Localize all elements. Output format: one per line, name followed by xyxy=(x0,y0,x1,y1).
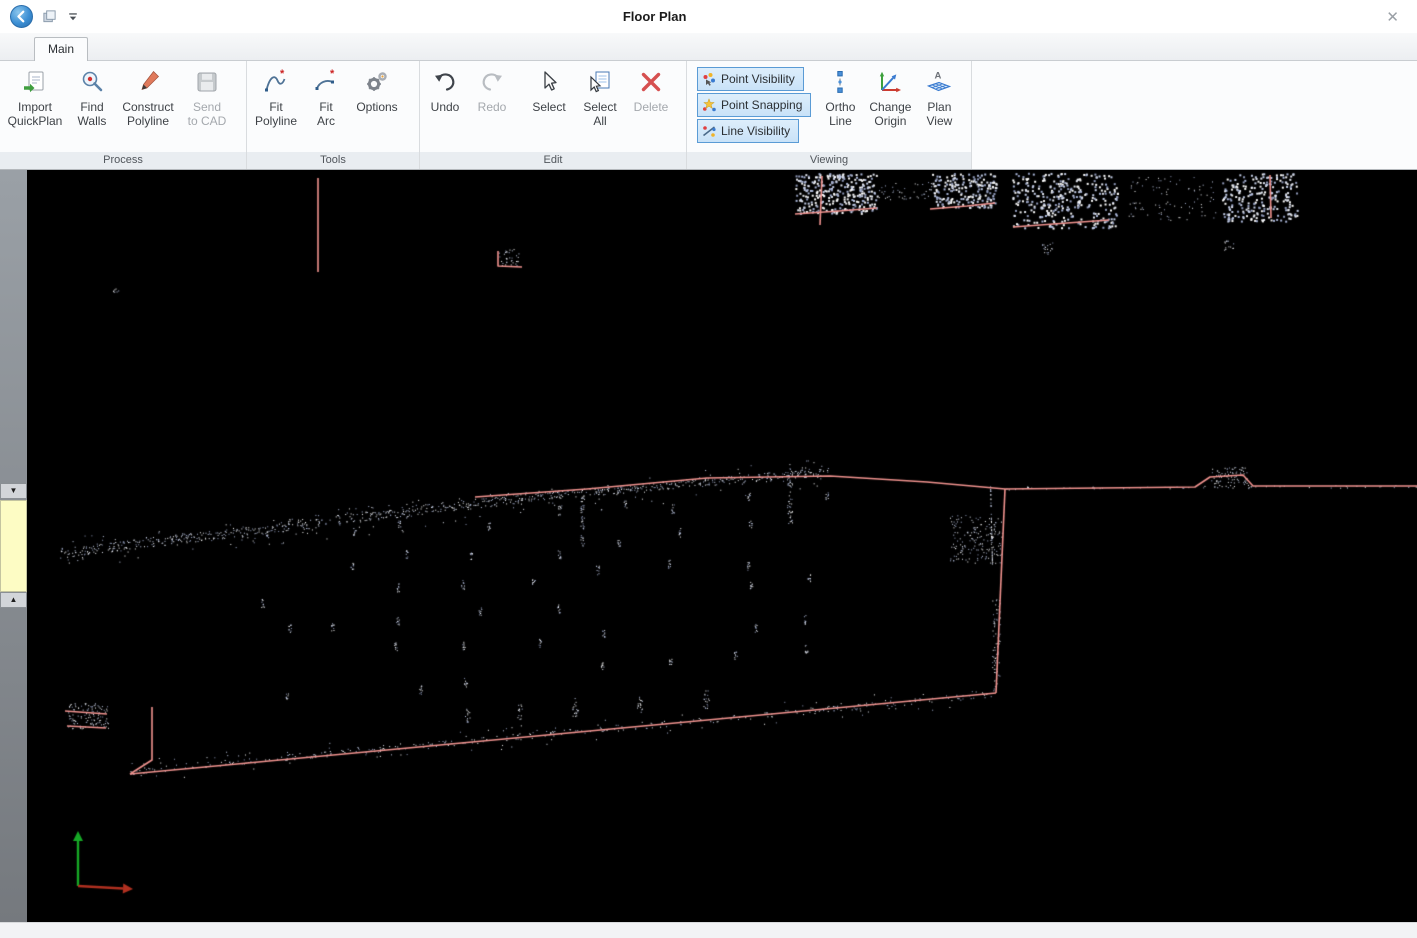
redo-button[interactable]: Redo xyxy=(468,63,516,151)
button-label: Change xyxy=(869,101,911,115)
button-label: Select xyxy=(583,101,616,115)
line-visibility-icon xyxy=(702,124,716,138)
chevron-down-icon xyxy=(68,12,78,22)
button-label: Import xyxy=(18,101,52,115)
button-label: QuickPlan xyxy=(8,115,63,129)
viewport-container xyxy=(27,170,1417,922)
find-walls-icon xyxy=(79,66,105,98)
line-visibility-toggle[interactable]: Line Visibility xyxy=(697,119,799,143)
send-to-cad-button[interactable]: Send to CAD xyxy=(180,63,234,151)
ribbon-group-viewing: Point Visibility Point Snapping Line Vis… xyxy=(687,61,972,169)
svg-text:*: * xyxy=(330,69,335,80)
button-label: to CAD xyxy=(188,115,227,129)
plan-view-icon: A xyxy=(926,66,952,98)
sidebar-scroll-down-button[interactable]: ▼ xyxy=(0,483,27,499)
button-label: Construct xyxy=(122,101,173,115)
button-label: Line xyxy=(829,115,852,129)
button-label: View xyxy=(927,115,953,129)
ortho-line-button[interactable]: Ortho Line xyxy=(817,63,863,151)
button-label: Polyline xyxy=(127,115,169,129)
fit-polyline-icon: * xyxy=(263,66,289,98)
ribbon-group-process: Import QuickPlan Find Walls Construct Po… xyxy=(0,61,247,169)
back-button[interactable] xyxy=(10,5,33,28)
button-label: Polyline xyxy=(255,115,297,129)
select-all-icon xyxy=(587,66,613,98)
fit-arc-button[interactable]: * Fit Arc xyxy=(303,63,349,151)
find-walls-button[interactable]: Find Walls xyxy=(68,63,116,151)
button-label: Find xyxy=(80,101,103,115)
group-label-viewing: Viewing xyxy=(687,152,971,169)
change-origin-button[interactable]: Change Origin xyxy=(863,63,917,151)
button-label: Fit xyxy=(269,101,282,115)
import-quickplan-button[interactable]: Import QuickPlan xyxy=(2,63,68,151)
ribbon-empty-area xyxy=(972,61,1417,169)
toggle-label: Point Snapping xyxy=(721,98,802,112)
quick-access-copy-button[interactable] xyxy=(40,7,59,26)
status-bar xyxy=(0,922,1417,938)
ribbon-group-tools: * Fit Polyline * Fit Arc Options Tools xyxy=(247,61,420,169)
ribbon-group-edit: Undo Redo Select Sel xyxy=(420,61,687,169)
delete-button[interactable]: Delete xyxy=(626,63,676,151)
options-button[interactable]: Options xyxy=(349,63,405,151)
svg-text:A: A xyxy=(935,71,942,82)
close-button[interactable]: ✕ xyxy=(1380,6,1405,28)
point-snapping-toggle[interactable]: Point Snapping xyxy=(697,93,811,117)
fit-polyline-button[interactable]: * Fit Polyline xyxy=(249,63,303,151)
group-label-edit: Edit xyxy=(420,152,686,169)
button-label: Options xyxy=(356,101,397,115)
redo-icon xyxy=(479,66,505,98)
group-label-process: Process xyxy=(0,152,246,169)
ortho-line-icon xyxy=(827,66,853,98)
group-label-tools: Tools xyxy=(247,152,419,169)
button-label: Origin xyxy=(874,115,906,129)
point-visibility-icon xyxy=(702,72,716,86)
back-arrow-icon xyxy=(11,6,32,27)
point-snapping-icon xyxy=(702,98,716,112)
button-label: Select xyxy=(532,101,565,115)
construct-polyline-icon xyxy=(135,66,161,98)
button-label: Redo xyxy=(478,101,507,115)
svg-text:*: * xyxy=(280,69,285,80)
point-cloud-viewport[interactable] xyxy=(27,170,1417,922)
sidebar-scroll-up-button[interactable]: ▲ xyxy=(0,592,27,608)
window-title: Floor Plan xyxy=(623,9,687,24)
undo-button[interactable]: Undo xyxy=(422,63,468,151)
select-button[interactable]: Select xyxy=(524,63,574,151)
toggle-label: Point Visibility xyxy=(721,72,795,86)
button-label: Fit xyxy=(319,101,332,115)
plan-view-button[interactable]: A Plan View xyxy=(917,63,961,151)
toggle-label: Line Visibility xyxy=(721,124,790,138)
button-label: Walls xyxy=(78,115,107,129)
button-label: Plan xyxy=(927,101,951,115)
select-cursor-icon xyxy=(536,66,562,98)
window-titlebar: Floor Plan ✕ xyxy=(0,0,1417,33)
options-gears-icon xyxy=(364,66,390,98)
construct-polyline-button[interactable]: Construct Polyline xyxy=(116,63,180,151)
tab-main[interactable]: Main xyxy=(34,37,88,61)
undo-icon xyxy=(432,66,458,98)
select-all-button[interactable]: Select All xyxy=(574,63,626,151)
button-label: All xyxy=(593,115,606,129)
import-quickplan-icon xyxy=(22,66,48,98)
change-origin-icon xyxy=(877,66,903,98)
send-to-cad-icon xyxy=(194,66,220,98)
button-label: Undo xyxy=(431,101,460,115)
button-label: Send xyxy=(193,101,221,115)
fit-arc-icon: * xyxy=(313,66,339,98)
point-visibility-toggle[interactable]: Point Visibility xyxy=(697,67,804,91)
quick-access-dropdown-button[interactable] xyxy=(66,10,80,24)
left-side-strip: ▼ ▲ xyxy=(0,170,27,922)
layered-windows-icon xyxy=(42,9,57,24)
sidebar-highlight-swatch[interactable] xyxy=(0,500,27,592)
ribbon-tab-row: Main xyxy=(0,33,1417,61)
button-label: Ortho xyxy=(825,101,855,115)
button-label: Delete xyxy=(634,101,669,115)
ribbon: Import QuickPlan Find Walls Construct Po… xyxy=(0,61,1417,170)
button-label: Arc xyxy=(317,115,335,129)
delete-x-icon xyxy=(638,66,664,98)
